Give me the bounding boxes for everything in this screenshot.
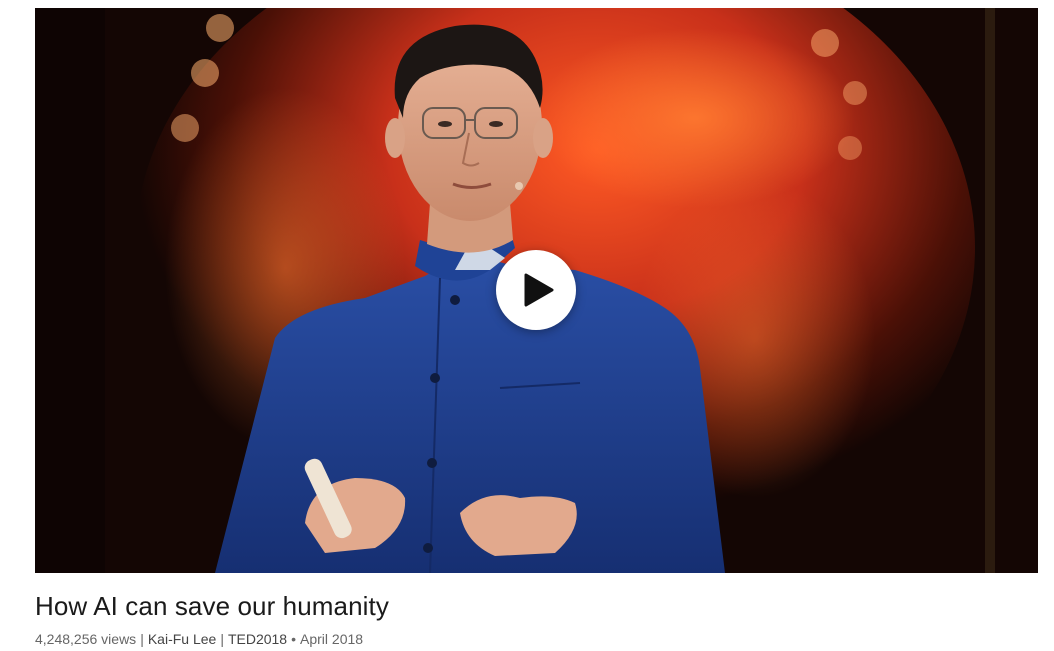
- event-link[interactable]: TED2018: [228, 631, 287, 647]
- video-card: How AI can save our humanity 4,248,256 v…: [35, 8, 1038, 648]
- talk-date: April 2018: [300, 631, 364, 647]
- view-count: 4,248,256 views: [35, 631, 137, 647]
- play-icon: [524, 273, 554, 307]
- meta-bullet: •: [291, 631, 297, 647]
- talk-title[interactable]: How AI can save our humanity: [35, 590, 1038, 622]
- play-button[interactable]: [496, 250, 576, 330]
- video-thumbnail[interactable]: [35, 8, 1038, 573]
- speaker-link[interactable]: Kai-Fu Lee: [148, 631, 216, 647]
- talk-meta: 4,248,256 views | Kai-Fu Lee | TED2018 • April…: [35, 630, 1038, 648]
- meta-separator: |: [140, 631, 144, 647]
- meta-separator: |: [220, 631, 224, 647]
